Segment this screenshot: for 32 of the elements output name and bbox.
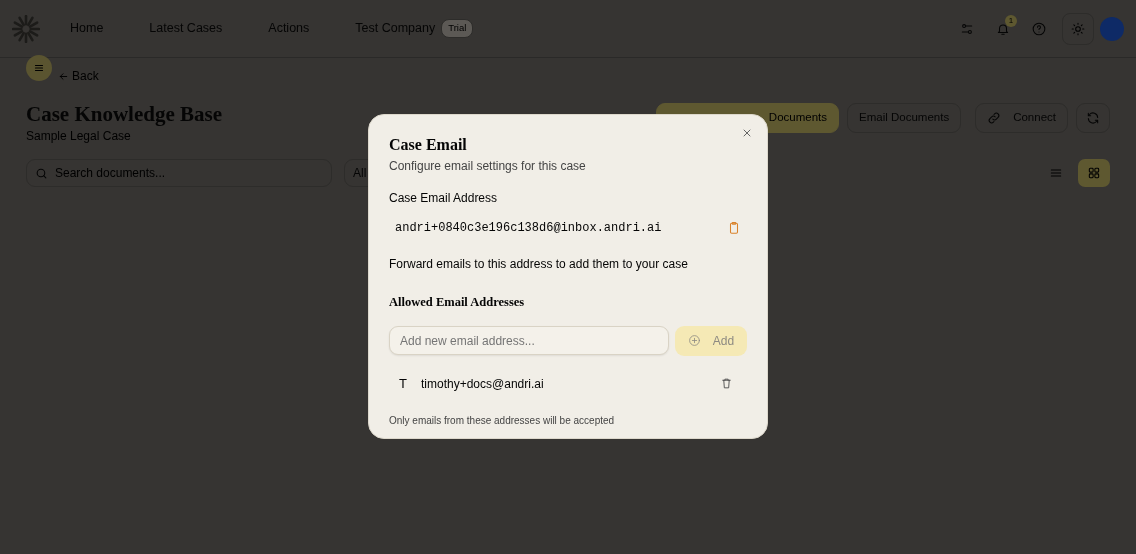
- notification-badge: 1: [1005, 14, 1017, 27]
- settings-icon[interactable]: [960, 21, 974, 36]
- link-icon: [987, 111, 1002, 125]
- field-label: Case Email Address: [389, 190, 499, 207]
- grid-icon: [1087, 165, 1101, 180]
- hint-text: Forward emails to this address to add them to your case: [389, 256, 689, 273]
- email-address: andri+0840c3e196c138d6@inbox.andri.ai: [395, 220, 662, 237]
- close-icon: [741, 127, 753, 139]
- refresh-button[interactable]: [1076, 103, 1110, 133]
- theme-button[interactable]: [1062, 12, 1094, 45]
- avatar[interactable]: [1100, 16, 1124, 41]
- plan-badge: Trial: [441, 19, 474, 38]
- menu-icon: [33, 62, 45, 74]
- menu-button[interactable]: [26, 55, 52, 81]
- allowed-email: timothy+docs@andri.ai: [421, 375, 544, 393]
- section-title: Allowed Email Addresses: [389, 294, 526, 311]
- clipboard-icon[interactable]: [727, 221, 741, 235]
- close-button[interactable]: [741, 127, 753, 139]
- initial-letter: T: [399, 374, 408, 393]
- dialog-subtitle: Configure email settings for this case: [389, 158, 587, 175]
- arrow-left-icon: [58, 70, 69, 82]
- plus-circle-icon: [687, 334, 701, 348]
- email-field[interactable]: Add new email address...: [389, 326, 669, 356]
- bell-icon[interactable]: [996, 21, 1010, 36]
- logo-icon[interactable]: [12, 14, 40, 43]
- note-text: Only emails from these addresses will be accepted: [389, 414, 616, 429]
- refresh-icon: [1086, 111, 1100, 126]
- dialog-title: Case Email: [389, 135, 468, 155]
- help-icon[interactable]: [1032, 21, 1046, 36]
- sun-icon: [1071, 21, 1085, 36]
- view-button[interactable]: [1078, 158, 1110, 187]
- trash-icon[interactable]: [720, 377, 733, 390]
